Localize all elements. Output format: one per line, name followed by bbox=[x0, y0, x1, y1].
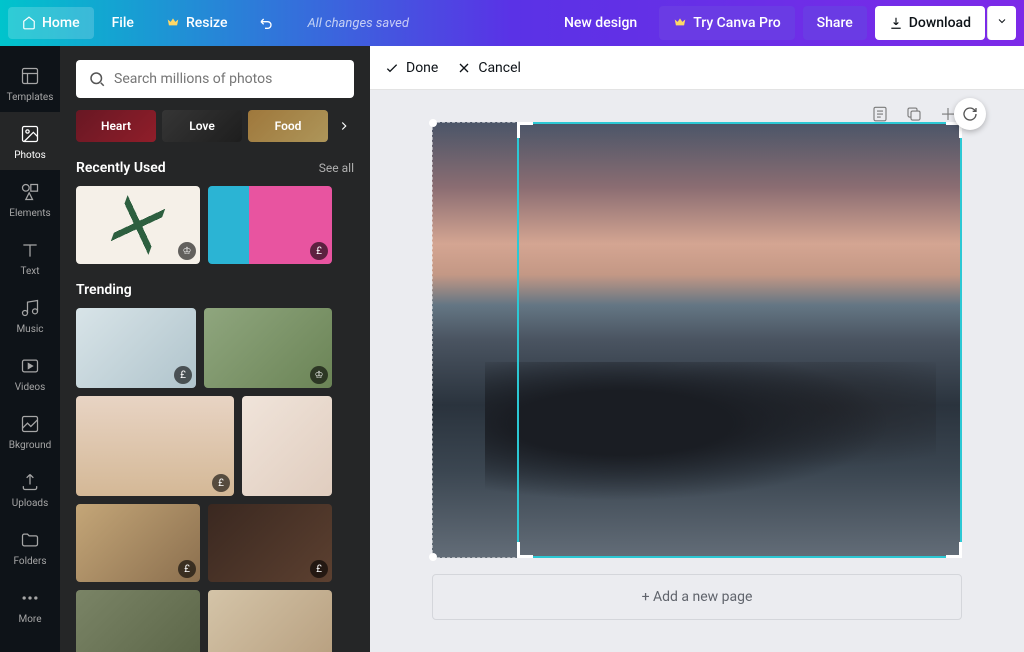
trending-grid: £ ♔ £ £ £ bbox=[76, 308, 354, 652]
canvas-stage[interactable]: + Add a new page bbox=[370, 90, 1024, 652]
recently-used-header: Recently Used See all bbox=[76, 160, 354, 176]
rail-uploads[interactable]: Uploads bbox=[0, 460, 60, 518]
add-page-button[interactable]: + Add a new page bbox=[432, 574, 962, 620]
trending-header: Trending bbox=[76, 282, 354, 298]
photo-thumb[interactable]: £ bbox=[76, 308, 196, 388]
home-icon bbox=[22, 16, 36, 30]
photos-panel: Heart Love Food Recently Used See all ♔ … bbox=[60, 46, 370, 652]
crown-badge-icon: ♔ bbox=[178, 242, 196, 260]
category-love[interactable]: Love bbox=[162, 110, 242, 142]
photo-thumb[interactable] bbox=[242, 396, 332, 496]
rail-background[interactable]: Bkground bbox=[0, 402, 60, 460]
search-icon bbox=[88, 70, 106, 88]
text-icon bbox=[18, 238, 42, 262]
price-badge-icon: £ bbox=[178, 560, 196, 578]
bounds-handle[interactable] bbox=[429, 119, 437, 127]
folders-icon bbox=[18, 528, 42, 552]
undo-button[interactable] bbox=[245, 7, 289, 39]
crown-badge-icon: ♔ bbox=[310, 366, 328, 384]
photos-icon bbox=[18, 122, 42, 146]
photo-thumb[interactable] bbox=[76, 590, 200, 652]
crop-toolbar: Done Cancel bbox=[370, 46, 1024, 90]
price-badge-icon: £ bbox=[212, 474, 230, 492]
photo-thumb[interactable]: £ bbox=[76, 396, 234, 496]
music-icon bbox=[18, 296, 42, 320]
undo-icon bbox=[259, 15, 275, 31]
crown-icon bbox=[673, 16, 687, 30]
category-next[interactable] bbox=[334, 116, 354, 136]
home-label: Home bbox=[42, 15, 80, 31]
top-bar: Home File Resize All changes saved New d… bbox=[0, 0, 1024, 46]
photo-thumb[interactable]: ♔ bbox=[76, 186, 200, 264]
chevron-right-icon bbox=[337, 119, 351, 133]
see-all-link[interactable]: See all bbox=[319, 161, 354, 175]
check-icon bbox=[384, 60, 400, 76]
price-badge-icon: £ bbox=[174, 366, 192, 384]
rail-photos[interactable]: Photos bbox=[0, 112, 60, 170]
home-button[interactable]: Home bbox=[8, 7, 94, 39]
duplicate-icon bbox=[905, 105, 923, 123]
rail-templates[interactable]: Templates bbox=[0, 54, 60, 112]
rotate-icon bbox=[962, 106, 978, 122]
side-rail: Templates Photos Elements Text Music Vid… bbox=[0, 46, 60, 652]
design-page[interactable] bbox=[432, 122, 962, 558]
templates-icon bbox=[18, 64, 42, 88]
canvas-area: Done Cancel bbox=[370, 46, 1024, 652]
more-icon bbox=[18, 586, 42, 610]
resize-button[interactable]: Resize bbox=[152, 7, 242, 39]
notes-icon bbox=[871, 105, 889, 123]
videos-icon bbox=[18, 354, 42, 378]
rotate-handle[interactable] bbox=[954, 98, 986, 130]
new-design-button[interactable]: New design bbox=[550, 7, 651, 39]
rail-more[interactable]: More bbox=[0, 576, 60, 634]
background-icon bbox=[18, 412, 42, 436]
save-status: All changes saved bbox=[307, 16, 408, 31]
close-icon bbox=[456, 60, 472, 76]
download-icon bbox=[889, 16, 903, 30]
search-box[interactable] bbox=[76, 60, 354, 98]
done-button[interactable]: Done bbox=[384, 60, 438, 76]
bounds-handle[interactable] bbox=[429, 553, 437, 561]
elements-icon bbox=[18, 180, 42, 204]
category-row: Heart Love Food bbox=[76, 110, 354, 142]
crop-handle-tl[interactable] bbox=[517, 122, 533, 138]
crop-frame[interactable] bbox=[517, 122, 962, 558]
top-right-group: New design Try Canva Pro Share Download bbox=[550, 6, 1016, 40]
crop-handle-bl[interactable] bbox=[517, 542, 533, 558]
price-badge-icon: £ bbox=[310, 242, 328, 260]
main-area: Templates Photos Elements Text Music Vid… bbox=[0, 46, 1024, 652]
download-button[interactable]: Download bbox=[875, 6, 985, 40]
recently-used-title: Recently Used bbox=[76, 160, 166, 176]
rail-music[interactable]: Music bbox=[0, 286, 60, 344]
share-button[interactable]: Share bbox=[803, 6, 867, 40]
photo-thumb[interactable] bbox=[208, 590, 332, 652]
rail-folders[interactable]: Folders bbox=[0, 518, 60, 576]
photo-thumb[interactable]: ♔ bbox=[204, 308, 332, 388]
file-button[interactable]: File bbox=[98, 7, 148, 39]
try-pro-button[interactable]: Try Canva Pro bbox=[659, 6, 794, 40]
rail-text[interactable]: Text bbox=[0, 228, 60, 286]
category-heart[interactable]: Heart bbox=[76, 110, 156, 142]
chevron-down-icon bbox=[996, 15, 1008, 27]
rail-elements[interactable]: Elements bbox=[0, 170, 60, 228]
photo-thumb[interactable]: £ bbox=[208, 186, 332, 264]
search-input[interactable] bbox=[114, 71, 342, 87]
crop-handle-br[interactable] bbox=[946, 542, 962, 558]
category-food[interactable]: Food bbox=[248, 110, 328, 142]
recently-used-grid: ♔ £ bbox=[76, 186, 354, 264]
uploads-icon bbox=[18, 470, 42, 494]
rail-videos[interactable]: Videos bbox=[0, 344, 60, 402]
trending-title: Trending bbox=[76, 282, 132, 298]
cancel-button[interactable]: Cancel bbox=[456, 60, 521, 76]
crown-icon bbox=[166, 16, 180, 30]
download-dropdown[interactable] bbox=[987, 6, 1016, 40]
photo-thumb[interactable]: £ bbox=[76, 504, 200, 582]
price-badge-icon: £ bbox=[310, 560, 328, 578]
top-left-group: Home File Resize All changes saved bbox=[8, 7, 409, 39]
photo-thumb[interactable]: £ bbox=[208, 504, 332, 582]
